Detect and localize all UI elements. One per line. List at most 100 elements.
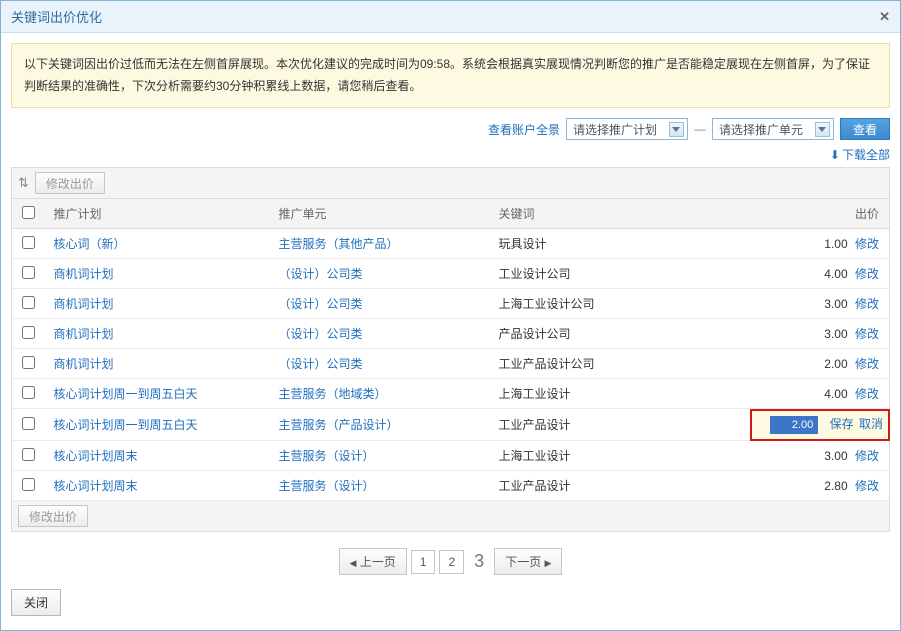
plan-cell: 核心词计划周末 [46,471,271,501]
keyword-cell: 上海工业设计 [491,379,750,409]
unit-cell: （设计）公司类 [271,319,491,349]
row-checkbox[interactable] [22,296,35,309]
unit-select-label: 请选择推广单元 [719,121,803,138]
bid-input[interactable] [770,416,818,434]
unit-cell: （设计）公司类 [271,289,491,319]
plan-select-label: 请选择推广计划 [573,121,657,138]
modify-link[interactable]: 修改 [855,267,879,281]
unit-link[interactable]: （设计）公司类 [279,327,363,341]
modify-link[interactable]: 修改 [855,357,879,371]
view-button[interactable]: 查看 [840,118,890,140]
modify-link[interactable]: 修改 [855,479,879,493]
keyword-cell: 工业设计公司 [491,259,750,289]
plan-link[interactable]: 核心词计划周一到周五白天 [54,418,198,432]
unit-link[interactable]: 主营服务（产品设计） [279,418,399,432]
page-current: 3 [468,551,490,572]
col-checkbox [12,199,46,229]
close-button[interactable]: 关闭 [11,589,61,616]
bid-cell: 2.00 修改 [750,349,890,379]
unit-cell: 主营服务（设计） [271,441,491,471]
plan-link[interactable]: 商机词计划 [54,327,114,341]
keyword-cell: 工业产品设计 [491,409,750,441]
cancel-link[interactable]: 取消 [859,417,883,431]
row-checkbox[interactable] [22,326,35,339]
page-2[interactable]: 2 [439,550,464,574]
modify-link[interactable]: 修改 [855,449,879,463]
col-unit: 推广单元 [271,199,491,229]
table-row: 核心词计划周一到周五白天 主营服务（产品设计） 工业产品设计 保存 取消 [12,409,890,441]
unit-select[interactable]: 请选择推广单元 [712,118,834,140]
save-link[interactable]: 保存 [830,417,854,431]
unit-cell: 主营服务（设计） [271,471,491,501]
unit-link[interactable]: 主营服务（地域类） [279,387,387,401]
dialog-body: 以下关键词因出价过低而无法在左侧首屏展现。本次优化建议的完成时间为09:58。系… [1,33,900,630]
page-1[interactable]: 1 [411,550,436,574]
refresh-icon[interactable]: ⇅ [18,175,29,191]
row-checkbox[interactable] [22,236,35,249]
row-checkbox[interactable] [22,417,35,430]
bid-cell: 4.00 修改 [750,259,890,289]
row-checkbox-cell [12,409,46,441]
table-row: 商机词计划 （设计）公司类 工业产品设计公司 2.00 修改 [12,349,890,379]
table-row: 商机词计划 （设计）公司类 上海工业设计公司 3.00 修改 [12,289,890,319]
plan-link[interactable]: 核心词计划周末 [54,449,138,463]
bid-cell: 1.00 修改 [750,229,890,259]
col-bid: 出价 [750,199,890,229]
prev-page-button[interactable]: ◀ 上一页 [339,548,407,575]
plan-link[interactable]: 核心词计划周一到周五白天 [54,387,198,401]
close-icon[interactable]: ✕ [879,9,890,25]
unit-link[interactable]: 主营服务（设计） [279,479,375,493]
row-checkbox-cell [12,259,46,289]
account-panorama-link[interactable]: 查看账户全景 [488,121,560,138]
keyword-cell: 产品设计公司 [491,319,750,349]
table-row: 核心词计划周末 主营服务（设计） 工业产品设计 2.80 修改 [12,471,890,501]
unit-link[interactable]: 主营服务（设计） [279,449,375,463]
select-all-checkbox[interactable] [22,206,35,219]
row-checkbox[interactable] [22,356,35,369]
plan-cell: 核心词计划周末 [46,441,271,471]
unit-link[interactable]: （设计）公司类 [279,267,363,281]
table-header-row: 推广计划 推广单元 关键词 出价 [12,199,890,229]
table-row: 商机词计划 （设计）公司类 产品设计公司 3.00 修改 [12,319,890,349]
plan-cell: 核心词计划周一到周五白天 [46,379,271,409]
col-plan: 推广计划 [46,199,271,229]
table-row: 核心词计划周一到周五白天 主营服务（地域类） 上海工业设计 4.00 修改 [12,379,890,409]
row-checkbox[interactable] [22,448,35,461]
unit-link[interactable]: （设计）公司类 [279,297,363,311]
row-checkbox-cell [12,379,46,409]
plan-cell: 商机词计划 [46,319,271,349]
next-page-button[interactable]: 下一页 ▶ [494,548,562,575]
modify-link[interactable]: 修改 [855,297,879,311]
plan-link[interactable]: 商机词计划 [54,357,114,371]
row-checkbox[interactable] [22,478,35,491]
row-checkbox-cell [12,471,46,501]
plan-link[interactable]: 核心词（新） [54,237,126,251]
modify-link[interactable]: 修改 [855,327,879,341]
dialog-header: 关键词出价优化 ✕ [1,1,900,33]
download-row: ⬇下载全部 [11,146,890,163]
modify-bid-button-top[interactable]: 修改出价 [35,172,105,194]
row-checkbox[interactable] [22,266,35,279]
bid-cell: 3.00 修改 [750,441,890,471]
close-footer: 关闭 [11,589,890,616]
plan-link[interactable]: 商机词计划 [54,297,114,311]
separator-dash: — [694,122,706,136]
bid-cell: 3.00 修改 [750,319,890,349]
plan-link[interactable]: 商机词计划 [54,267,114,281]
modify-link[interactable]: 修改 [855,237,879,251]
unit-link[interactable]: 主营服务（其他产品） [279,237,399,251]
unit-cell: （设计）公司类 [271,349,491,379]
plan-select[interactable]: 请选择推广计划 [566,118,688,140]
unit-link[interactable]: （设计）公司类 [279,357,363,371]
dialog-title: 关键词出价优化 [11,7,102,26]
modify-bid-button-bottom[interactable]: 修改出价 [18,505,88,527]
col-keyword: 关键词 [491,199,750,229]
plan-link[interactable]: 核心词计划周末 [54,479,138,493]
unit-cell: 主营服务（产品设计） [271,409,491,441]
keyword-table: 推广计划 推广单元 关键词 出价 核心词（新） 主营服务（其他产品） 玩具设计 … [11,198,890,501]
download-all-link[interactable]: ⬇下载全部 [830,146,890,163]
table-row: 商机词计划 （设计）公司类 工业设计公司 4.00 修改 [12,259,890,289]
row-checkbox-cell [12,349,46,379]
row-checkbox[interactable] [22,386,35,399]
modify-link[interactable]: 修改 [855,387,879,401]
